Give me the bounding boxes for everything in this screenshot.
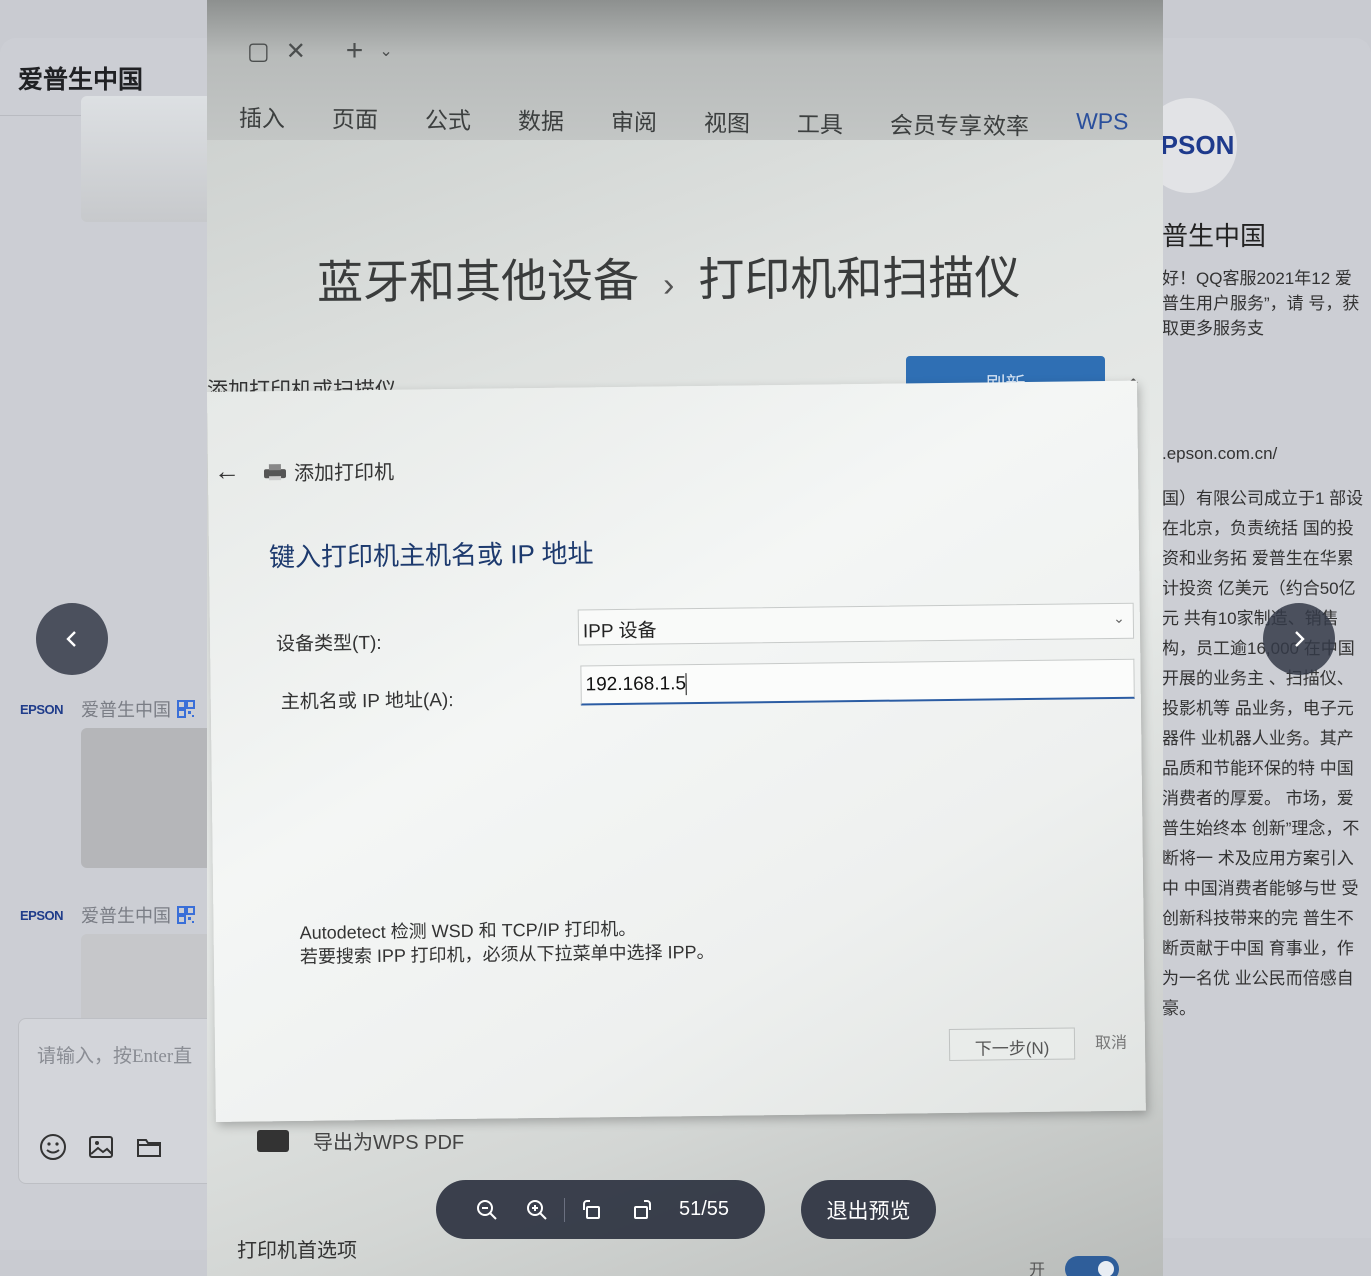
device-type-select: IPP 设备 ⌄ bbox=[577, 602, 1135, 646]
rotate-right-icon bbox=[634, 1199, 651, 1219]
profile-url[interactable]: .epson.com.cn/ bbox=[1162, 444, 1277, 464]
zoom-out-button[interactable] bbox=[462, 1190, 512, 1230]
image-icon[interactable] bbox=[87, 1133, 115, 1161]
dialog-title: 添加打印机 bbox=[293, 461, 395, 485]
rotate-left-button[interactable] bbox=[567, 1190, 617, 1230]
printer-icon bbox=[263, 464, 287, 481]
message-image-thumbnail[interactable] bbox=[81, 96, 221, 222]
chevron-left-icon bbox=[66, 631, 76, 647]
add-printer-dialog: ← 添加打印机 键入打印机主机名或 IP 地址 设备类型(T): IPP 设备 ⌄… bbox=[207, 380, 1146, 1122]
host-input: 192.168.1.5 bbox=[580, 658, 1135, 706]
breadcrumb-separator: › bbox=[662, 265, 675, 305]
profile-description: 国）有限公司成立于1 部设在北京，负责统括 国的投资和业务拓 爱普生在华累计投资… bbox=[1162, 489, 1364, 1018]
previous-image-button[interactable] bbox=[36, 603, 108, 675]
dialog-heading: 键入打印机主机名或 IP 地址 bbox=[268, 538, 594, 573]
profile-intro: 好！QQ客服2021年12 爱普生用户服务”，请 号，获取更多服务支 bbox=[1162, 269, 1360, 338]
message-image-thumbnail[interactable] bbox=[81, 728, 221, 868]
chevron-down-icon: ⌄ bbox=[379, 43, 393, 60]
sender-name: 爱普生中国 bbox=[81, 902, 196, 928]
menu-item: 审阅 bbox=[610, 109, 658, 136]
menu-item: 页面 bbox=[331, 106, 379, 133]
profile-avatar-text: PSON bbox=[1160, 130, 1235, 160]
chevron-right-icon bbox=[1295, 631, 1305, 647]
input-toolbar bbox=[39, 1133, 163, 1161]
preview-toolbar: 51/55 bbox=[436, 1180, 765, 1239]
wps-tab-bar: ▢ ✕ + ⌄ bbox=[247, 34, 393, 68]
sender-label: 爱普生中国 bbox=[81, 906, 172, 926]
back-arrow-icon: ← bbox=[213, 455, 241, 486]
host-label: 主机名或 IP 地址(A): bbox=[280, 690, 454, 714]
breadcrumb-current: 打印机和扫描仪 bbox=[698, 251, 1021, 306]
next-button: 下一步(N) bbox=[948, 1027, 1076, 1061]
menu-item: 工具 bbox=[796, 110, 844, 138]
export-pdf-label: 导出为WPS PDF bbox=[313, 1132, 465, 1154]
device-type-label: 设备类型(T): bbox=[275, 632, 382, 656]
autodetect-note: Autodetect 检测 WSD 和 TCP/IP 打印机。 若要搜索 IPP… bbox=[299, 916, 714, 969]
printer-preferences-label: 打印机首选项 bbox=[237, 1240, 357, 1262]
folder-icon[interactable] bbox=[135, 1133, 163, 1161]
tab-icon: ▢ bbox=[247, 37, 270, 65]
epson-avatar[interactable]: EPSON bbox=[20, 908, 64, 923]
message-sender-row: EPSON 爱普生中国 bbox=[20, 696, 196, 722]
epson-avatar[interactable]: EPSON bbox=[20, 702, 64, 717]
menu-item: 插入 bbox=[238, 105, 286, 132]
printer-icon bbox=[257, 1129, 289, 1152]
rotate-left-icon bbox=[583, 1199, 600, 1219]
toggle-label: 开 bbox=[1029, 1262, 1046, 1276]
chevron-down-icon: ⌄ bbox=[1112, 609, 1125, 626]
sender-name: 爱普生中国 bbox=[81, 696, 196, 722]
chat-title: 爱普生中国 bbox=[18, 66, 144, 94]
export-pdf-row: 导出为WPS PDF bbox=[257, 1126, 464, 1155]
menu-item: 数据 bbox=[517, 108, 565, 135]
cancel-button: 取消 bbox=[1094, 1034, 1128, 1053]
rotate-right-button[interactable] bbox=[617, 1190, 667, 1230]
qr-code-icon[interactable] bbox=[177, 700, 196, 718]
qr-code-icon[interactable] bbox=[177, 906, 196, 924]
text-caret bbox=[685, 673, 688, 696]
zoom-in-button[interactable] bbox=[512, 1190, 562, 1230]
plus-icon: + bbox=[345, 34, 364, 67]
settings-breadcrumb: 蓝牙和其他设备 › 打印机和扫描仪 bbox=[317, 242, 1021, 313]
message-image-thumbnail[interactable] bbox=[81, 934, 221, 1024]
host-value: 192.168.1.5 bbox=[585, 673, 687, 696]
breadcrumb-parent: 蓝牙和其他设备 bbox=[316, 254, 640, 309]
toolbar-divider bbox=[564, 1197, 565, 1222]
menu-item: 公式 bbox=[424, 107, 472, 134]
menu-item: 效率 bbox=[982, 112, 1030, 140]
device-type-value: IPP 设备 bbox=[582, 620, 657, 643]
message-input-placeholder: 请输入，按Enter直 bbox=[37, 1046, 193, 1067]
toggle-switch bbox=[1065, 1256, 1119, 1276]
next-image-button[interactable] bbox=[1263, 603, 1335, 675]
message-sender-row: EPSON 爱普生中国 bbox=[20, 902, 196, 928]
menu-item: WPS bbox=[1075, 107, 1129, 135]
zoom-in-icon bbox=[527, 1199, 547, 1220]
note-line: 若要搜索 IPP 打印机，必须从下拉菜单中选择 IPP。 bbox=[299, 941, 715, 967]
preview-image[interactable]: ▢ ✕ + ⌄ 插入 页面 公式 数据 审阅 视图 工具 会员专享 效率 WPS… bbox=[207, 0, 1163, 1276]
exit-preview-button[interactable]: 退出预览 bbox=[801, 1180, 936, 1239]
menu-item: 会员专享 bbox=[889, 111, 983, 139]
profile-name: 普生中国 bbox=[1162, 221, 1267, 251]
menu-item: 视图 bbox=[703, 110, 751, 137]
sender-label: 爱普生中国 bbox=[81, 700, 172, 720]
zoom-out-icon bbox=[477, 1199, 497, 1220]
close-icon: ✕ bbox=[285, 37, 306, 65]
emoji-icon[interactable] bbox=[39, 1133, 67, 1161]
page-counter: 51/55 bbox=[679, 1198, 730, 1220]
